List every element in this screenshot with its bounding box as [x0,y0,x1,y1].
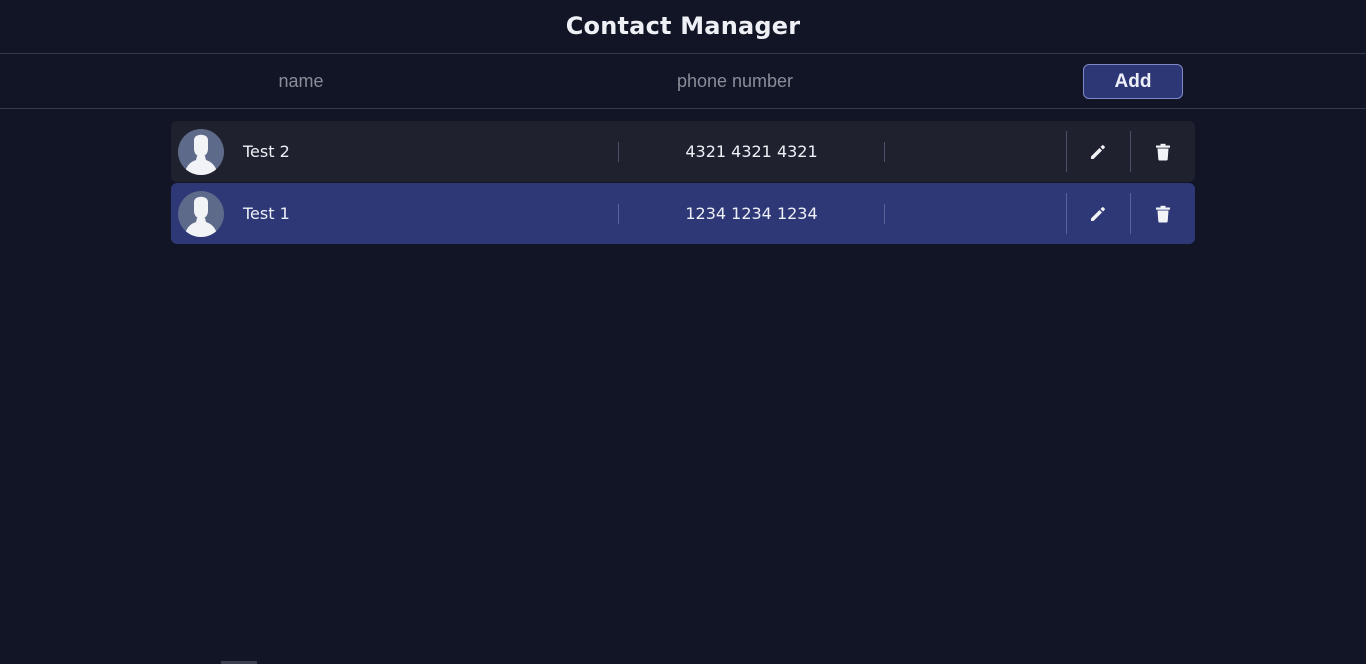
user-silhouette-icon [184,196,218,237]
phone-input[interactable] [612,66,858,96]
contact-phone: 4321 4321 4321 [685,142,818,161]
contact-list: Test 2 4321 4321 4321 Test 1 1234 1234 1… [171,121,1195,245]
divider [884,142,885,162]
pencil-icon [1091,144,1105,159]
contact-row[interactable]: Test 1 1234 1234 1234 [171,183,1195,244]
divider [1066,193,1067,234]
divider [884,204,885,224]
trash-icon [1156,143,1170,160]
avatar [178,191,224,237]
add-button[interactable]: Add [1083,64,1183,99]
header-bar: Contact Manager [0,0,1366,54]
name-input[interactable] [190,66,412,96]
contact-phone: 1234 1234 1234 [685,204,818,223]
add-contact-form: Add [0,54,1366,109]
edit-button[interactable] [1078,131,1118,172]
contact-name: Test 1 [243,204,290,223]
user-silhouette-icon [184,134,218,175]
divider [1066,131,1067,172]
delete-button[interactable] [1143,193,1183,234]
pencil-icon [1091,206,1105,221]
divider [1130,131,1131,172]
page-title: Contact Manager [565,12,801,40]
edit-button[interactable] [1078,193,1118,234]
contact-name: Test 2 [243,142,290,161]
divider [1130,193,1131,234]
contact-row[interactable]: Test 2 4321 4321 4321 [171,121,1195,182]
trash-icon [1156,205,1170,222]
avatar [178,129,224,175]
delete-button[interactable] [1143,131,1183,172]
